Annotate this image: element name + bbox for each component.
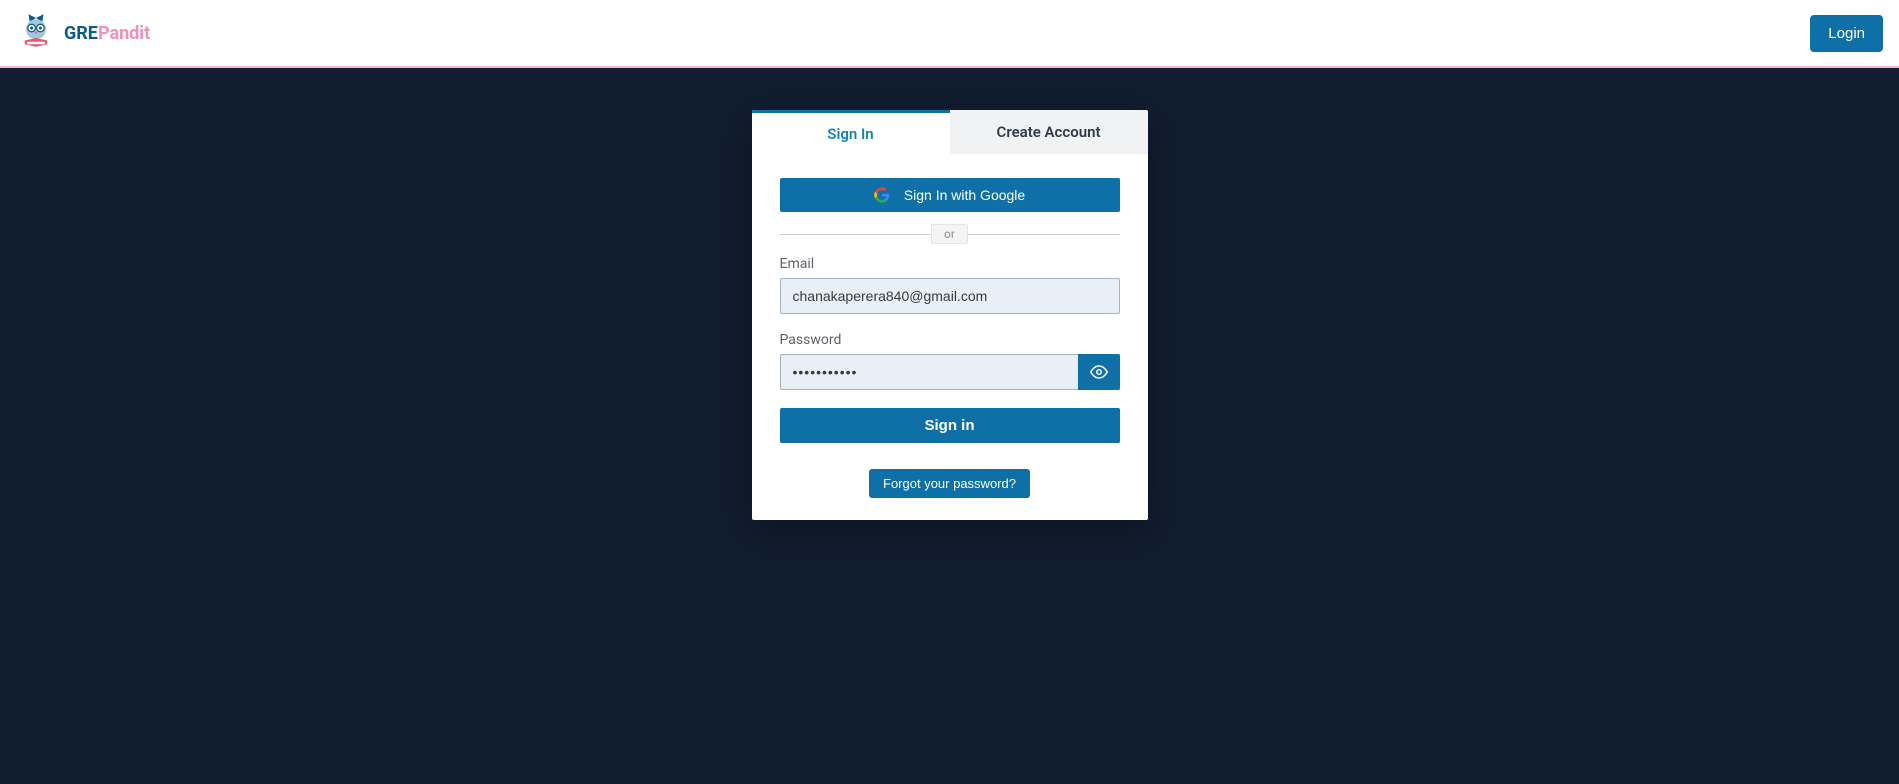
auth-card: Sign In Create Account Sign In with Goog…	[752, 110, 1148, 520]
tab-signin[interactable]: Sign In	[752, 110, 950, 154]
password-group: Password	[780, 332, 1120, 390]
brand-name: GREPandit	[64, 23, 150, 44]
google-icon	[874, 187, 890, 203]
signin-button[interactable]: Sign in	[780, 408, 1120, 443]
login-button[interactable]: Login	[1810, 15, 1883, 52]
brand-suffix: Pandit	[98, 23, 150, 44]
tab-create-account[interactable]: Create Account	[950, 110, 1148, 154]
owl-logo-icon	[16, 13, 56, 53]
email-label: Email	[780, 256, 1120, 272]
divider-text: or	[931, 224, 968, 244]
email-field[interactable]	[780, 278, 1120, 314]
brand-prefix: GRE	[64, 23, 98, 44]
forgot-password-button[interactable]: Forgot your password?	[869, 469, 1030, 498]
card-body: Sign In with Google or Email Password	[752, 154, 1148, 520]
password-label: Password	[780, 332, 1120, 348]
auth-tabs: Sign In Create Account	[752, 110, 1148, 154]
password-row	[780, 354, 1120, 390]
divider: or	[780, 224, 1120, 244]
forgot-wrap: Forgot your password?	[780, 469, 1120, 498]
divider-line-right	[968, 234, 1120, 235]
main-area: Sign In Create Account Sign In with Goog…	[0, 68, 1899, 520]
google-signin-button[interactable]: Sign In with Google	[780, 178, 1120, 212]
header: GREPandit Login	[0, 0, 1899, 68]
google-signin-label: Sign In with Google	[904, 187, 1025, 203]
password-field[interactable]	[780, 354, 1078, 390]
logo-area[interactable]: GREPandit	[16, 13, 150, 53]
divider-line-left	[780, 234, 932, 235]
eye-icon	[1090, 363, 1108, 381]
toggle-password-visibility-button[interactable]	[1078, 354, 1120, 390]
email-group: Email	[780, 256, 1120, 314]
